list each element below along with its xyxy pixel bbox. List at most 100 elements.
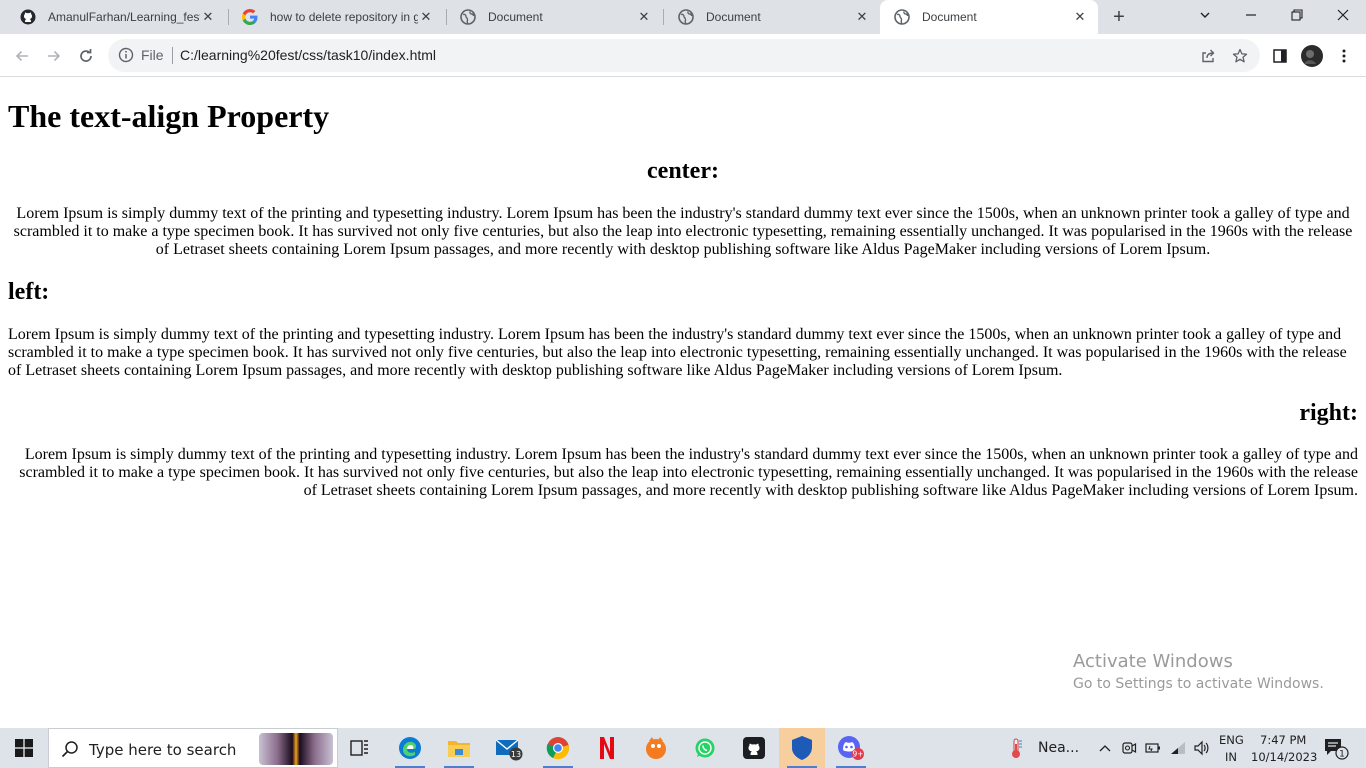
weather-widget[interactable] <box>996 728 1036 768</box>
back-arrow-icon <box>15 50 28 62</box>
browser-toolbar: File C:/learning%20fest/css/task10/index… <box>0 34 1366 77</box>
show-hidden-icons-button[interactable] <box>1094 728 1116 768</box>
share-button[interactable] <box>1194 42 1222 70</box>
folder-icon <box>448 741 470 757</box>
avatar-icon <box>1301 45 1323 67</box>
side-panel-button[interactable] <box>1266 42 1294 70</box>
tab-label: AmanulFarhan/Learning_fest <box>48 10 200 24</box>
tab-label: Document <box>488 10 543 24</box>
chevron-up-icon <box>1099 745 1111 752</box>
discord-app[interactable]: 9+ <box>828 728 874 768</box>
watermark-title: Activate Windows <box>1073 651 1233 672</box>
shield-icon <box>792 736 812 760</box>
close-window-button[interactable] <box>1320 0 1366 30</box>
menu-button[interactable] <box>1330 42 1358 70</box>
language-indicator[interactable]: ENG IN <box>1216 732 1246 764</box>
github-icon <box>743 737 765 759</box>
globe-icon <box>894 9 910 25</box>
file-explorer-app[interactable] <box>436 728 482 768</box>
start-button[interactable] <box>0 728 48 768</box>
chevron-down-icon <box>1200 12 1210 18</box>
tab-search-button[interactable] <box>1182 0 1228 30</box>
weather-text[interactable]: Nea... <box>1038 740 1079 756</box>
tab-github-repo[interactable]: AmanulFarhan/Learning_fest ✕ <box>6 0 226 34</box>
profile-avatar[interactable] <box>1298 42 1326 70</box>
orange-app-icon <box>646 737 666 759</box>
plug-icon <box>1145 743 1160 753</box>
forward-button[interactable] <box>40 42 68 70</box>
windows-logo-icon <box>15 739 33 757</box>
netflix-icon <box>600 737 614 759</box>
share-icon <box>1202 49 1215 63</box>
url-text[interactable]: C:/learning%20fest/css/task10/index.html <box>180 47 436 63</box>
minimize-button[interactable] <box>1228 0 1274 30</box>
page-title: The text-align Property <box>8 98 330 134</box>
battery-network-button[interactable] <box>1142 728 1164 768</box>
tab-strip: AmanulFarhan/Learning_fest ✕ how to dele… <box>0 0 1366 34</box>
section-heading-center: center: <box>647 158 719 184</box>
reload-icon <box>80 49 92 62</box>
discord-badge: 9+ <box>852 750 863 759</box>
chrome-icon <box>546 737 569 760</box>
globe-icon <box>678 9 694 25</box>
mail-icon: 13 <box>495 739 523 761</box>
paragraph-center: Lorem Ipsum is simply dummy text of the … <box>13 205 1353 258</box>
meet-now-button[interactable] <box>1118 728 1140 768</box>
new-tab-button[interactable]: + <box>1108 6 1130 28</box>
mail-app[interactable]: 13 <box>486 728 532 768</box>
tab-google-search[interactable]: how to delete repository in g ✕ <box>228 0 444 34</box>
globe-icon <box>460 9 476 25</box>
camera-icon <box>1122 742 1137 754</box>
close-icon[interactable]: ✕ <box>854 9 870 25</box>
tab-label: how to delete repository in g <box>270 10 418 24</box>
watermark-subtitle: Go to Settings to activate Windows. <box>1073 676 1324 692</box>
github-desktop-app[interactable] <box>731 728 777 768</box>
mail-badge: 13 <box>511 750 521 759</box>
paragraph-left: Lorem Ipsum is simply dummy text of the … <box>8 326 1347 379</box>
back-button[interactable] <box>8 42 36 70</box>
bookmark-button[interactable] <box>1226 42 1254 70</box>
tab-document-2[interactable]: Document ✕ <box>664 0 880 34</box>
security-app[interactable] <box>779 728 825 768</box>
orange-app[interactable] <box>633 728 679 768</box>
notification-icon: 1 <box>1325 739 1349 760</box>
chrome-app[interactable] <box>535 728 581 768</box>
restore-button[interactable] <box>1274 0 1320 30</box>
wifi-button[interactable] <box>1166 728 1190 768</box>
clock[interactable]: 7:47 PM 10/14/2023 <box>1248 732 1317 764</box>
search-icon <box>61 740 79 763</box>
address-bar[interactable]: File C:/learning%20fest/css/task10/index… <box>108 39 1260 72</box>
star-icon <box>1232 48 1248 63</box>
action-center-button[interactable]: 1 <box>1318 728 1354 768</box>
language-code: ENG <box>1219 733 1244 747</box>
restore-icon <box>1291 9 1303 21</box>
section-heading-left: left: <box>8 279 50 305</box>
close-icon[interactable]: ✕ <box>1072 9 1088 25</box>
close-icon[interactable]: ✕ <box>200 9 216 25</box>
page-content: The text-align Property center: Lorem Ip… <box>0 78 1366 728</box>
taskbar-search-box[interactable]: Type here to search <box>48 728 338 768</box>
close-icon[interactable]: ✕ <box>636 9 652 25</box>
netflix-app[interactable] <box>584 728 630 768</box>
thermometer-icon <box>1012 738 1022 758</box>
clock-time: 7:47 PM <box>1260 733 1307 747</box>
whatsapp-app[interactable] <box>682 728 728 768</box>
reload-button[interactable] <box>72 42 100 70</box>
google-icon <box>242 9 258 25</box>
discord-icon: 9+ <box>838 736 864 760</box>
region-code: IN <box>1225 750 1237 764</box>
tab-document-active[interactable]: Document ✕ <box>880 0 1098 34</box>
notification-count: 1 <box>1339 750 1345 760</box>
volume-button[interactable] <box>1190 728 1214 768</box>
info-icon[interactable] <box>118 47 134 63</box>
wifi-icon <box>1171 742 1185 754</box>
close-icon[interactable]: ✕ <box>418 9 434 25</box>
edge-app[interactable] <box>387 728 433 768</box>
address-divider <box>172 47 173 64</box>
tab-document-1[interactable]: Document ✕ <box>446 0 662 34</box>
task-view-button[interactable] <box>337 728 383 768</box>
close-icon <box>1337 9 1349 21</box>
more-vert-icon <box>1342 49 1346 63</box>
paragraph-right: Lorem Ipsum is simply dummy text of the … <box>19 446 1358 499</box>
github-icon <box>20 9 36 25</box>
